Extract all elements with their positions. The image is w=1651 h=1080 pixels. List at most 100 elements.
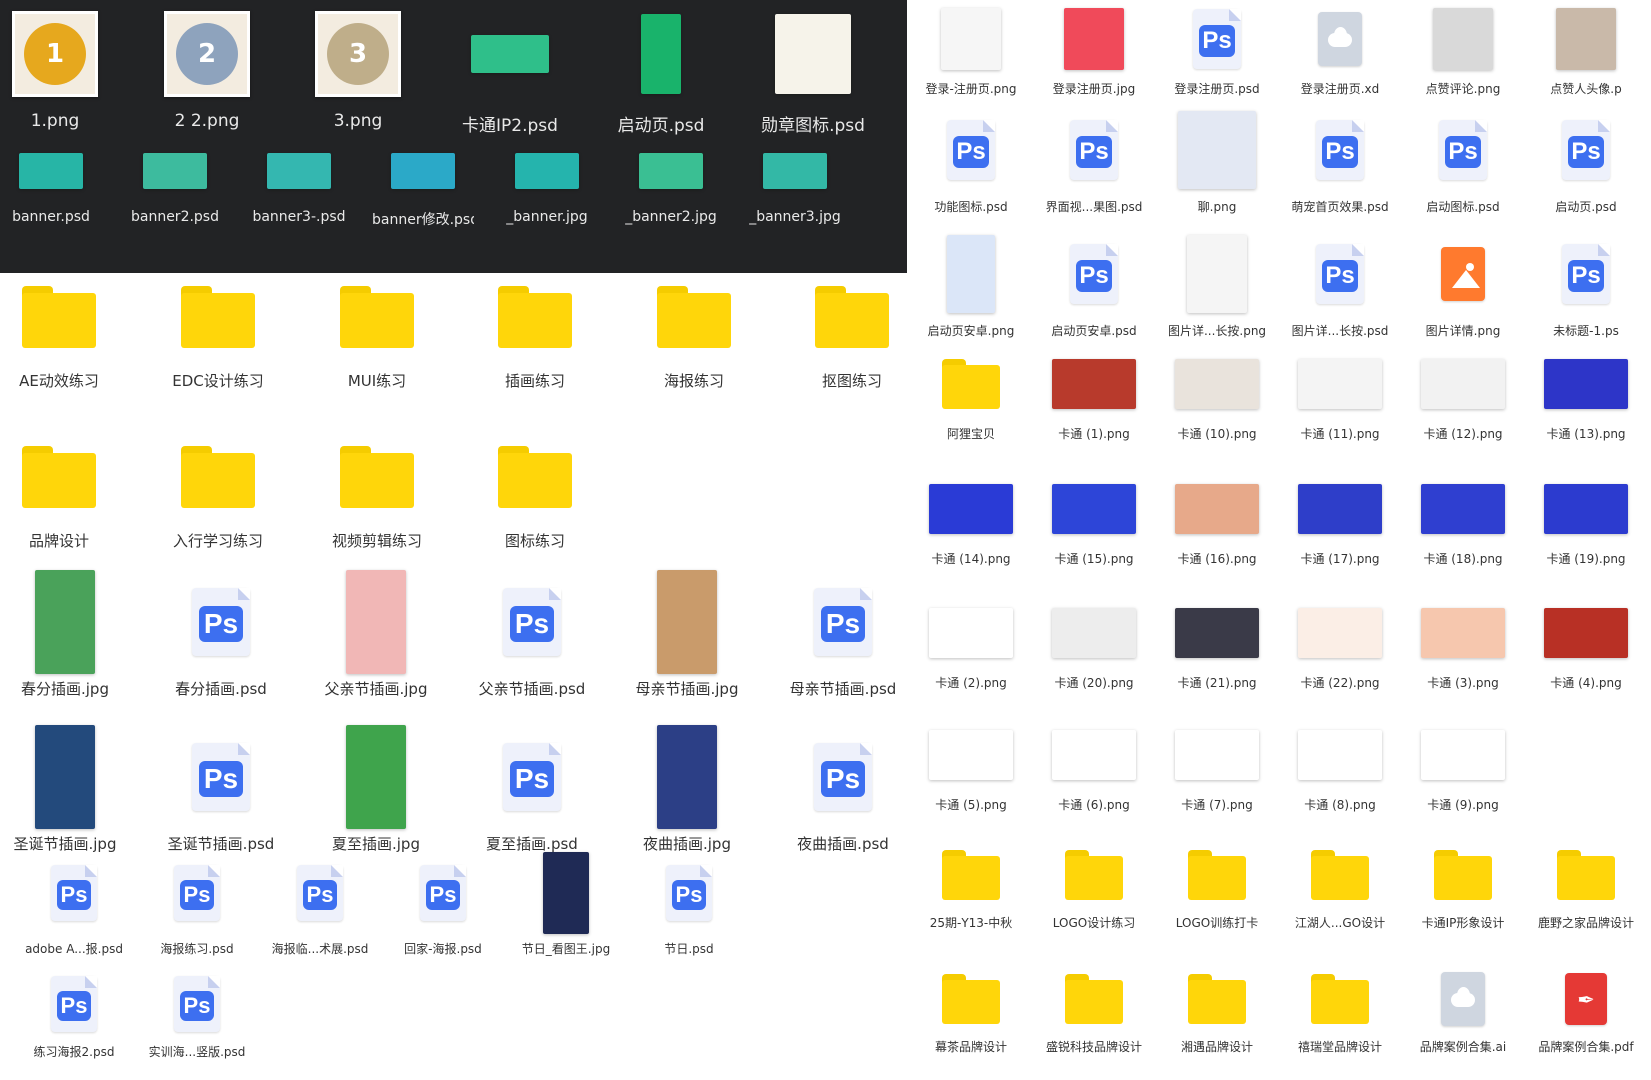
file-item[interactable]: 卡通 (17).png [1284,476,1396,567]
folder-item[interactable]: 江湖人...GO设计 [1284,844,1396,931]
file-item[interactable]: 点赞评论.png [1407,4,1519,97]
file-name-label: 鹿野之家品牌设计 [1537,916,1634,930]
folder-item[interactable]: 卡通IP形象设计 [1407,844,1519,931]
file-item[interactable]: banner3-.psd [248,150,350,225]
file-item[interactable]: 卡通 (16).png [1161,476,1273,567]
file-item[interactable]: 卡通 (18).png [1407,476,1519,567]
file-item[interactable]: Ps 海报临...术展.psd [258,850,382,957]
file-item[interactable]: 节日_看图王.jpg [504,850,628,957]
image-thumbnail [19,153,83,189]
file-name-label: 图片详...长按.psd [1291,324,1389,338]
image-thumbnail [1187,235,1247,313]
file-item[interactable]: ✒ 品牌案例合集.pdf [1530,968,1642,1055]
file-item[interactable]: banner.psd [0,150,102,225]
file-item[interactable]: 卡通 (20).png [1038,600,1150,691]
folder-item[interactable]: 幕茶品牌设计 [915,968,1027,1055]
file-name-label: 卡通 (2).png [935,676,1007,690]
file-name-label: 卡通 (9).png [1427,798,1499,812]
photoshop-file-icon: Ps [1562,244,1610,304]
file-name-label: banner.psd [12,209,90,225]
file-item[interactable]: Ps 海报练习.psd [135,850,259,957]
photoshop-file-icon: Ps [297,865,343,921]
file-item[interactable]: Ps 未标题-1.ps [1530,232,1642,339]
right-file-grid: 登录-注册页.png 登录注册页.jpg Ps 登录注册页.psd 登录注册页.xd 点赞… [907,0,1651,1080]
file-item[interactable]: Ps 实训海...竖版.psd [135,973,259,1060]
file-item[interactable]: 卡通 (7).png [1161,722,1273,813]
file-item[interactable]: Ps 回家-海报.psd [381,850,505,957]
file-item[interactable]: banner2.psd [124,150,226,225]
file-item[interactable]: 卡通 (3).png [1407,600,1519,691]
file-name-label: _banner.jpg [506,209,588,225]
folder-item[interactable]: 湘遇品牌设计 [1161,968,1273,1055]
file-item[interactable]: _banner2.jpg [620,150,722,225]
file-item[interactable]: 聊.png [1161,108,1273,215]
file-item[interactable]: Ps 萌宠首页效果.psd [1284,108,1396,215]
file-item[interactable]: banner修改.psd [372,150,474,229]
folder-item[interactable]: 盛锐科技品牌设计 [1038,968,1150,1055]
file-name-label: 品牌案例合集.pdf [1538,1040,1634,1054]
file-item[interactable]: Ps 练习海报2.psd [12,973,136,1060]
file-item[interactable]: 图片详...长按.png [1161,232,1273,339]
file-item[interactable]: Ps 启动图标.psd [1407,108,1519,215]
folder-icon [1188,974,1246,1024]
file-item[interactable]: _banner3.jpg [744,150,846,225]
file-item[interactable]: Ps 启动页安卓.psd [1038,232,1150,339]
file-item[interactable]: 卡通 (10).png [1161,351,1273,442]
file-name-label: 卡通 (16).png [1177,552,1257,566]
folder-item[interactable]: 阿狸宝贝 [915,351,1027,442]
file-item[interactable]: 图片详情.png [1407,232,1519,339]
file-item[interactable]: 启动页安卓.png [915,232,1027,339]
file-item[interactable]: Ps adobe A...报.psd [12,850,136,957]
folder-item[interactable]: LOGO设计练习 [1038,844,1150,931]
folder-icon [1311,850,1369,900]
file-item[interactable]: 卡通 (15).png [1038,476,1150,567]
file-name-label: 阿狸宝贝 [946,427,995,441]
file-name-label: 界面视...果图.psd [1045,200,1143,214]
file-item[interactable]: 登录注册页.jpg [1038,4,1150,97]
file-item[interactable]: 卡通 (6).png [1038,722,1150,813]
file-item[interactable]: 卡通 (1).png [1038,351,1150,442]
file-name-label: 卡通 (6).png [1058,798,1130,812]
file-item[interactable]: 卡通 (8).png [1284,722,1396,813]
file-item[interactable]: Ps 登录注册页.psd [1161,4,1273,97]
file-item[interactable]: 卡通 (2).png [915,600,1027,691]
file-item[interactable]: 卡通 (19).png [1530,476,1642,567]
file-name-label: 卡通 (22).png [1300,676,1380,690]
file-item[interactable]: 登录-注册页.png [915,4,1027,97]
file-name-label: 未标题-1.ps [1553,324,1619,338]
file-name-label: 启动页.psd [1555,200,1617,214]
file-name-label: 卡通 (21).png [1177,676,1257,690]
file-item[interactable]: 卡通 (11).png [1284,351,1396,442]
file-item[interactable]: 卡通 (14).png [915,476,1027,567]
file-item[interactable]: 卡通 (12).png [1407,351,1519,442]
folder-item[interactable]: 禧瑞堂品牌设计 [1284,968,1396,1055]
image-thumbnail [941,8,1001,70]
file-item[interactable]: Ps 图片详...长按.psd [1284,232,1396,339]
file-item[interactable]: 卡通 (5).png [915,722,1027,813]
file-item[interactable]: 卡通 (21).png [1161,600,1273,691]
folder-item[interactable]: 25期-Y13-中秋 [915,844,1027,931]
file-name-label: 海报练习.psd [160,942,234,956]
file-item[interactable]: Ps 启动页.psd [1530,108,1642,215]
file-item[interactable]: 登录注册页.xd [1284,4,1396,97]
file-item[interactable]: 卡通 (9).png [1407,722,1519,813]
file-name-label: 卡通 (7).png [1181,798,1253,812]
file-name-label: 卡通 (14).png [931,552,1011,566]
file-item[interactable]: _banner.jpg [496,150,598,225]
photoshop-file-icon: Ps [1316,120,1364,180]
file-item[interactable]: 卡通 (22).png [1284,600,1396,691]
file-name-label: 启动页安卓.psd [1051,324,1137,338]
folder-item[interactable]: LOGO训练打卡 [1161,844,1273,931]
file-item[interactable]: 点赞人头像.p [1530,4,1642,97]
file-item[interactable]: Ps 功能图标.psd [915,108,1027,215]
file-item[interactable]: Ps 节日.psd [627,850,751,957]
file-item[interactable]: Ps 界面视...果图.psd [1038,108,1150,215]
file-name-label: 练习海报2.psd [33,1045,115,1059]
file-item[interactable]: 品牌案例合集.ai [1407,968,1519,1055]
image-thumbnail [1433,8,1493,70]
folder-icon [1188,850,1246,900]
file-item[interactable]: 卡通 (4).png [1530,600,1642,691]
file-name-label: 卡通 (11).png [1300,427,1380,441]
file-item[interactable]: 卡通 (13).png [1530,351,1642,442]
folder-item[interactable]: 鹿野之家品牌设计 [1530,844,1642,931]
